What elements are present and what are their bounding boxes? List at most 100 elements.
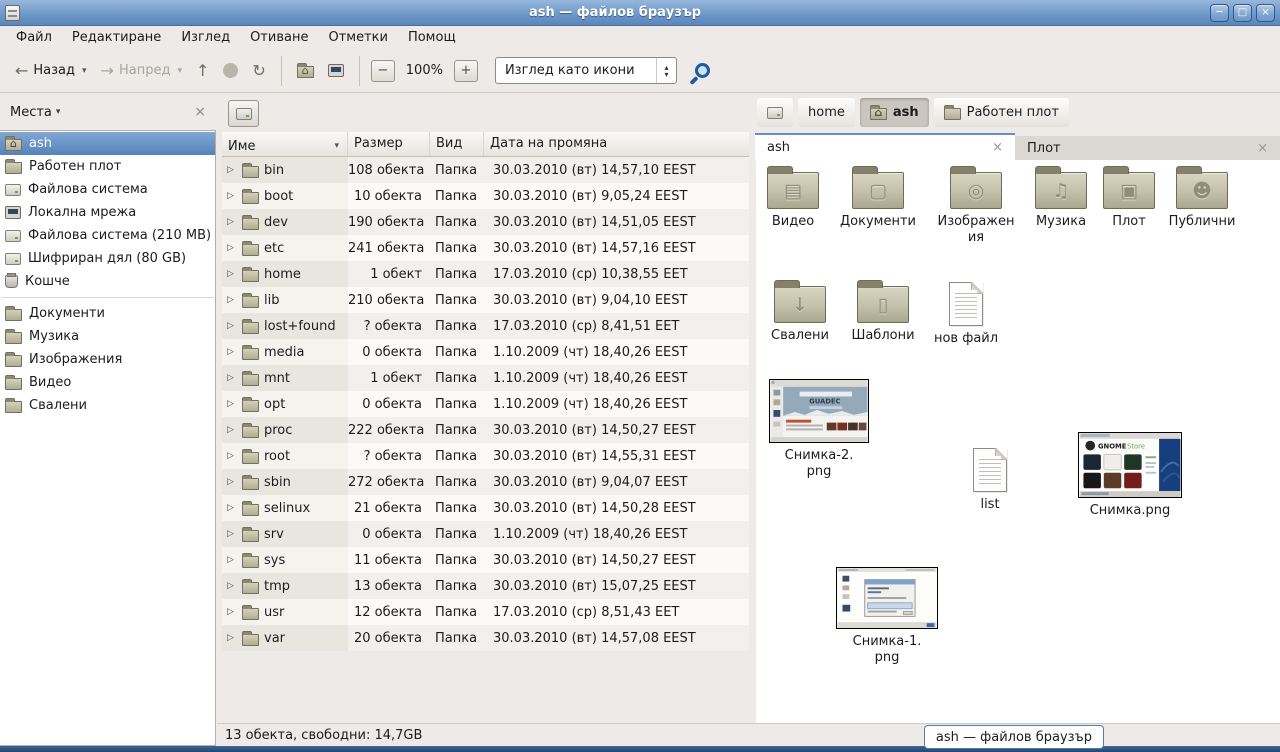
column-header-type[interactable]: Вид bbox=[430, 132, 484, 156]
table-row[interactable]: ▷ boot 10 обекта Папка 30.03.2010 (вт) 9… bbox=[222, 183, 749, 209]
folder-icon bbox=[242, 530, 259, 542]
column-header-name[interactable]: Име ▾ bbox=[222, 132, 348, 156]
table-row[interactable]: ▷ root ? обекта Папка 30.03.2010 (вт) 14… bbox=[222, 443, 749, 469]
person-icon: ☻ bbox=[1177, 173, 1227, 208]
tab-plot[interactable]: Плот × bbox=[1015, 136, 1280, 161]
table-row[interactable]: ▷ sys 11 обекта Папка 30.03.2010 (вт) 14… bbox=[222, 547, 749, 573]
column-header-size[interactable]: Размер bbox=[348, 132, 430, 156]
breadcrumb-root-button[interactable] bbox=[757, 98, 793, 127]
expander-icon[interactable]: ▷ bbox=[227, 321, 237, 331]
window-list-button[interactable]: ash — файлов браузър bbox=[924, 725, 1104, 749]
table-row[interactable]: ▷ lost+found ? обекта Папка 17.03.2010 (… bbox=[222, 313, 749, 339]
tab-close-icon[interactable]: × bbox=[992, 140, 1003, 155]
icon-downloads-folder[interactable]: ↓ Свалени bbox=[764, 278, 836, 344]
expander-icon[interactable]: ▷ bbox=[227, 477, 237, 487]
breadcrumb-desktop-button[interactable]: Работен плот bbox=[934, 98, 1069, 127]
expander-icon[interactable]: ▷ bbox=[227, 555, 237, 565]
table-row[interactable]: ▷ selinux 21 обекта Папка 30.03.2010 (вт… bbox=[222, 495, 749, 521]
tab-ash[interactable]: ash × bbox=[755, 133, 1015, 161]
table-row[interactable]: ▷ sbin 272 обекта Папка 30.03.2010 (вт) … bbox=[222, 469, 749, 495]
zoom-in-button[interactable]: + bbox=[454, 60, 478, 82]
table-row[interactable]: ▷ lib 210 обекта Папка 30.03.2010 (вт) 9… bbox=[222, 287, 749, 313]
icon-public-folder[interactable]: ☻ Публични bbox=[1164, 164, 1240, 230]
table-row[interactable]: ▷ proc 222 обекта Папка 30.03.2010 (вт) … bbox=[222, 417, 749, 443]
icon-snimka-2-png[interactable]: GUADEC Снимка-2.png bbox=[768, 379, 870, 480]
icon-templates-folder[interactable]: ▯ Шаблони bbox=[847, 278, 919, 344]
view-selector[interactable]: Изглед като икони ▴▾ bbox=[495, 57, 677, 84]
folder-icon bbox=[242, 556, 259, 568]
expander-icon[interactable]: ▷ bbox=[227, 581, 237, 591]
expander-icon[interactable]: ▷ bbox=[227, 607, 237, 617]
icon-video-folder[interactable]: ▤ Видео bbox=[757, 164, 829, 230]
expander-icon[interactable]: ▷ bbox=[227, 451, 237, 461]
expander-icon[interactable]: ▷ bbox=[227, 295, 237, 305]
expander-icon[interactable]: ▷ bbox=[227, 425, 237, 435]
expander-icon[interactable]: ▷ bbox=[227, 529, 237, 539]
cell-type: Папка bbox=[430, 293, 484, 308]
icon-documents-folder[interactable]: ▢ Документи bbox=[839, 164, 917, 230]
cell-date: 30.03.2010 (вт) 14,57,08 EEST bbox=[484, 631, 749, 646]
table-row[interactable]: ▷ dev 190 обекта Папка 30.03.2010 (вт) 1… bbox=[222, 209, 749, 235]
root-location-button[interactable] bbox=[228, 100, 259, 127]
icon-music-folder[interactable]: ♫ Музика bbox=[1025, 164, 1097, 230]
expander-icon[interactable]: ▷ bbox=[227, 165, 237, 175]
table-row[interactable]: ▷ usr 12 обекта Папка 17.03.2010 (ср) 8,… bbox=[222, 599, 749, 625]
folder-icon bbox=[242, 582, 259, 594]
back-button[interactable]: ← Назад ▾ bbox=[8, 57, 94, 85]
folder-icon bbox=[242, 400, 259, 412]
icon-desktop-folder[interactable]: ▣ Плот bbox=[1093, 164, 1165, 230]
cell-date: 30.03.2010 (вт) 9,04,07 EEST bbox=[484, 475, 749, 490]
expander-icon[interactable]: ▷ bbox=[227, 191, 237, 201]
icon-list-file[interactable]: list bbox=[954, 444, 1026, 513]
table-row[interactable]: ▷ mnt 1 обект Папка 1.10.2009 (чт) 18,40… bbox=[222, 365, 749, 391]
home-button[interactable]: ⌂ bbox=[290, 57, 321, 84]
column-header-date[interactable]: Дата на промяна bbox=[484, 132, 749, 156]
icon-snimka-png[interactable]: GNOME Store bbox=[1076, 432, 1184, 519]
table-row[interactable]: ▷ var 20 обекта Папка 30.03.2010 (вт) 14… bbox=[222, 625, 749, 651]
table-row[interactable]: ▷ srv 0 обекта Папка 1.10.2009 (чт) 18,4… bbox=[222, 521, 749, 547]
menu-view[interactable]: Изглед bbox=[171, 27, 240, 48]
maximize-button[interactable]: □ bbox=[1233, 4, 1252, 22]
reload-button[interactable]: ↻ bbox=[245, 57, 272, 85]
search-icon[interactable] bbox=[695, 63, 710, 78]
cell-type: Папка bbox=[430, 475, 484, 490]
tab-close-icon[interactable]: × bbox=[1257, 141, 1268, 156]
expander-icon[interactable]: ▷ bbox=[227, 399, 237, 409]
table-row[interactable]: ▷ media 0 обекта Папка 1.10.2009 (чт) 18… bbox=[222, 339, 749, 365]
table-row[interactable]: ▷ home 1 обект Папка 17.03.2010 (ср) 10,… bbox=[222, 261, 749, 287]
breadcrumb-ash-button[interactable]: ⌂ ash bbox=[860, 98, 929, 127]
expander-icon[interactable]: ▷ bbox=[227, 633, 237, 643]
icon-pictures-folder[interactable]: ◎ Изображения bbox=[937, 164, 1015, 246]
cell-date: 17.03.2010 (ср) 8,41,51 EET bbox=[484, 319, 749, 334]
cell-date: 1.10.2009 (чт) 18,40,26 EEST bbox=[484, 345, 749, 360]
table-row[interactable]: ▷ tmp 13 обекта Папка 30.03.2010 (вт) 15… bbox=[222, 573, 749, 599]
menu-bookmarks[interactable]: Отметки bbox=[318, 27, 397, 48]
zoom-out-button[interactable]: − bbox=[371, 60, 395, 82]
table-row[interactable]: ▷ bin 108 обекта Папка 30.03.2010 (вт) 1… bbox=[222, 157, 749, 183]
expander-icon[interactable]: ▷ bbox=[227, 269, 237, 279]
expander-icon[interactable]: ▷ bbox=[227, 347, 237, 357]
table-row[interactable]: ▷ etc 241 обекта Папка 30.03.2010 (вт) 1… bbox=[222, 235, 749, 261]
expander-icon[interactable]: ▷ bbox=[227, 373, 237, 383]
expander-icon[interactable]: ▷ bbox=[227, 243, 237, 253]
menu-file[interactable]: Файл bbox=[6, 27, 62, 48]
menu-go[interactable]: Отиване bbox=[240, 27, 318, 48]
expander-icon[interactable]: ▷ bbox=[227, 503, 237, 513]
up-button[interactable]: ↑ bbox=[189, 57, 216, 85]
back-dropdown-icon[interactable]: ▾ bbox=[82, 66, 87, 76]
icon-snimka-1-png[interactable]: Снимка-1.png bbox=[835, 567, 939, 666]
table-row[interactable]: ▷ opt 0 обекта Папка 1.10.2009 (чт) 18,4… bbox=[222, 391, 749, 417]
cell-name: srv bbox=[264, 527, 284, 542]
icon-new-file[interactable]: нов файл bbox=[930, 278, 1002, 347]
minimize-button[interactable]: ─ bbox=[1210, 4, 1229, 22]
menu-help[interactable]: Помощ bbox=[398, 27, 466, 48]
menu-edit[interactable]: Редактиране bbox=[62, 27, 171, 48]
close-button[interactable]: × bbox=[1256, 4, 1275, 22]
computer-button[interactable] bbox=[321, 58, 351, 83]
cell-name: sbin bbox=[264, 475, 291, 490]
cell-date: 30.03.2010 (вт) 9,04,10 EEST bbox=[484, 293, 749, 308]
home-folder-icon: ⌂ bbox=[297, 66, 314, 78]
breadcrumb-home-button[interactable]: home bbox=[798, 98, 855, 127]
combo-stepper-icon[interactable]: ▴▾ bbox=[656, 58, 676, 83]
expander-icon[interactable]: ▷ bbox=[227, 217, 237, 227]
